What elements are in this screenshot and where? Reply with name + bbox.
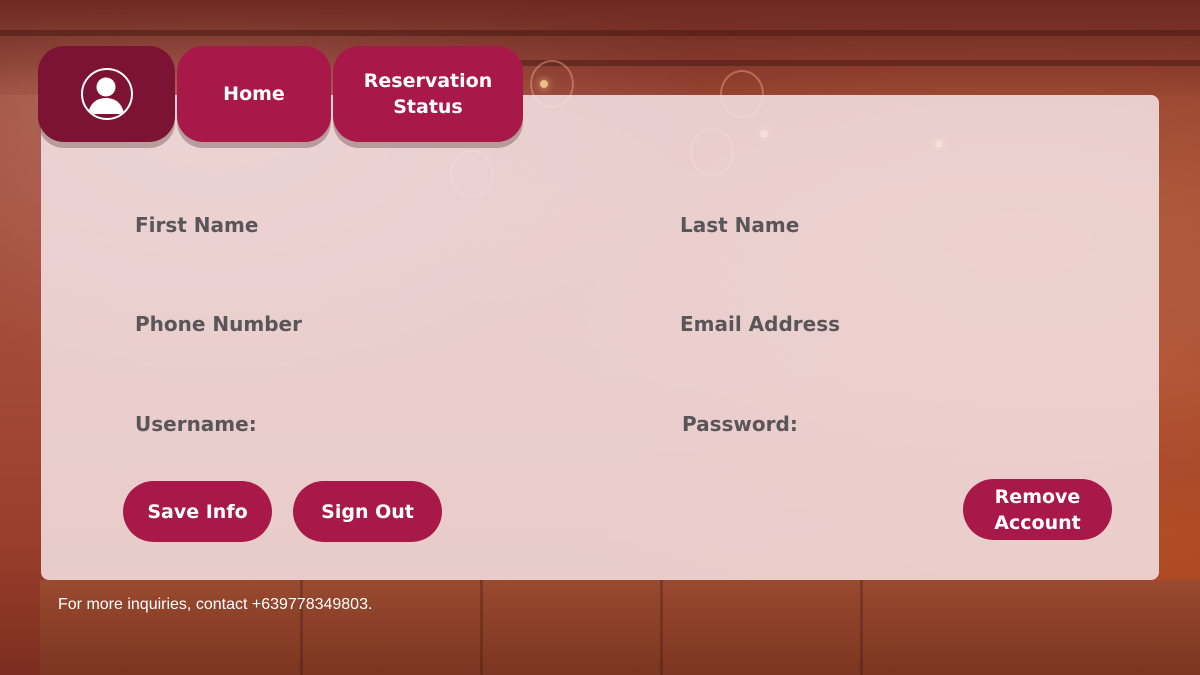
background-plank	[480, 580, 483, 675]
background-plank	[860, 580, 863, 675]
background-beam	[0, 30, 1200, 36]
contact-footer: For more inquiries, contact +63977834980…	[58, 596, 373, 613]
password-label: Password:	[682, 412, 798, 436]
first-name-label: First Name	[135, 213, 259, 237]
background-plank	[660, 580, 663, 675]
phone-number-label: Phone Number	[135, 312, 302, 336]
tab-home-label: Home	[223, 83, 285, 105]
sign-out-button[interactable]: Sign Out	[293, 481, 442, 542]
save-info-button[interactable]: Save Info	[123, 481, 272, 542]
tab-profile[interactable]	[38, 46, 175, 142]
last-name-label: Last Name	[680, 213, 800, 237]
sign-out-label: Sign Out	[321, 500, 414, 523]
tab-home[interactable]: Home	[177, 46, 331, 142]
remove-account-button[interactable]: Remove Account	[963, 479, 1112, 540]
background-table	[40, 580, 1200, 675]
username-label: Username:	[135, 412, 257, 436]
user-avatar-icon	[80, 68, 133, 120]
background-beam	[520, 60, 1200, 66]
email-address-label: Email Address	[680, 312, 841, 336]
remove-account-label: Remove Account	[994, 485, 1081, 534]
tab-reservation-status[interactable]: Reservation Status	[333, 46, 523, 142]
tab-reservation-status-label: Reservation Status	[363, 70, 493, 118]
save-info-label: Save Info	[147, 500, 248, 523]
background-plank	[300, 580, 303, 675]
background-light	[540, 80, 548, 88]
